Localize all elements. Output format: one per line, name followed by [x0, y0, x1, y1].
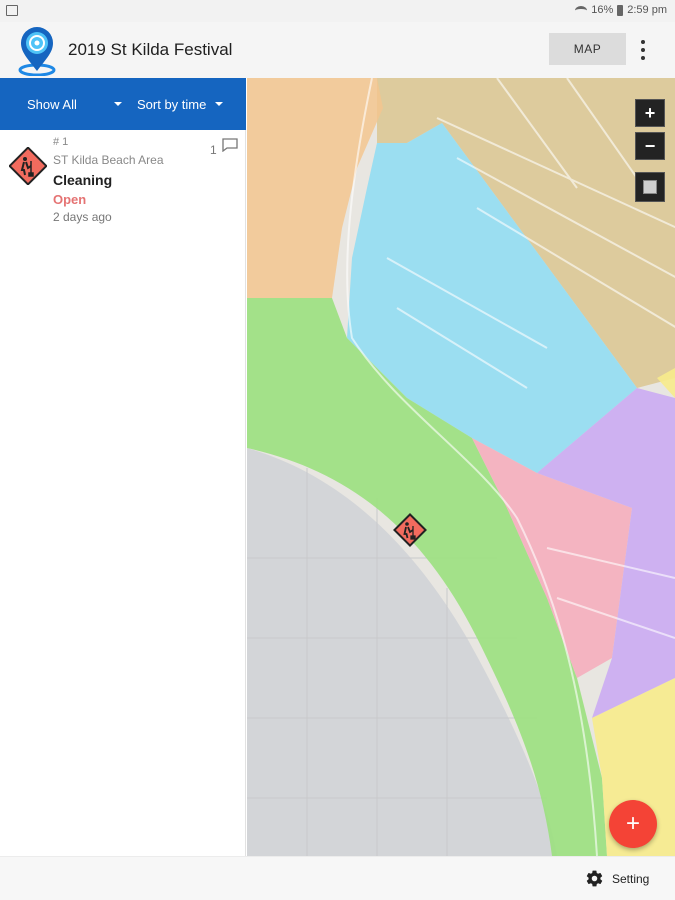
setting-label: Setting	[612, 871, 650, 886]
comment-count: 1	[210, 143, 217, 157]
comment-icon[interactable]	[222, 138, 238, 152]
app-logo	[18, 27, 56, 76]
zone-map[interactable]	[247, 78, 675, 856]
report-number: # 1	[53, 136, 69, 148]
show-all-dropdown[interactable]: Show All	[27, 78, 122, 130]
report-list-item[interactable]: # 1 ST Kilda Beach Area Cleaning Open 2 …	[0, 130, 246, 230]
report-list-panel: Show All Sort by time # 1 ST Kilda Beach…	[0, 78, 246, 856]
app-title: 2019 St Kilda Festival	[68, 40, 233, 59]
caret-down-icon	[113, 102, 122, 106]
sort-by-dropdown[interactable]: Sort by time	[137, 78, 224, 130]
battery-percent: 16%	[591, 4, 614, 16]
report-location: ST Kilda Beach Area	[53, 153, 164, 167]
layers-button[interactable]	[635, 172, 665, 202]
cleaning-warning-icon	[9, 147, 47, 185]
add-report-button[interactable]: +	[609, 800, 657, 848]
status-indicators: 16% 2:59 pm	[575, 4, 667, 16]
app-bar: 2019 St Kilda Festival MAP	[0, 22, 675, 78]
map-marker-cleaning-icon[interactable]	[393, 513, 427, 547]
show-all-label: Show All	[27, 96, 77, 112]
map-button[interactable]: MAP	[549, 33, 626, 65]
layers-icon	[643, 180, 657, 194]
battery-icon	[617, 4, 624, 16]
map-view[interactable]: + − +	[247, 78, 675, 856]
gear-icon	[586, 870, 603, 887]
image-notification-icon	[6, 5, 18, 16]
sort-by-label: Sort by time	[137, 96, 207, 112]
zoom-in-button[interactable]: +	[635, 99, 665, 127]
status-bar: 16% 2:59 pm	[0, 0, 675, 22]
bottom-bar: Setting	[0, 856, 675, 900]
report-status: Open	[53, 192, 87, 207]
wifi-icon	[575, 5, 588, 15]
clock: 2:59 pm	[627, 4, 667, 16]
report-category: Cleaning	[53, 172, 113, 188]
setting-button[interactable]: Setting	[585, 869, 649, 888]
filter-bar: Show All Sort by time	[0, 78, 246, 130]
more-vert-icon[interactable]	[636, 38, 650, 62]
zoom-out-button[interactable]: −	[635, 132, 665, 160]
caret-down-icon	[215, 102, 224, 106]
report-time: 2 days ago	[53, 210, 112, 224]
